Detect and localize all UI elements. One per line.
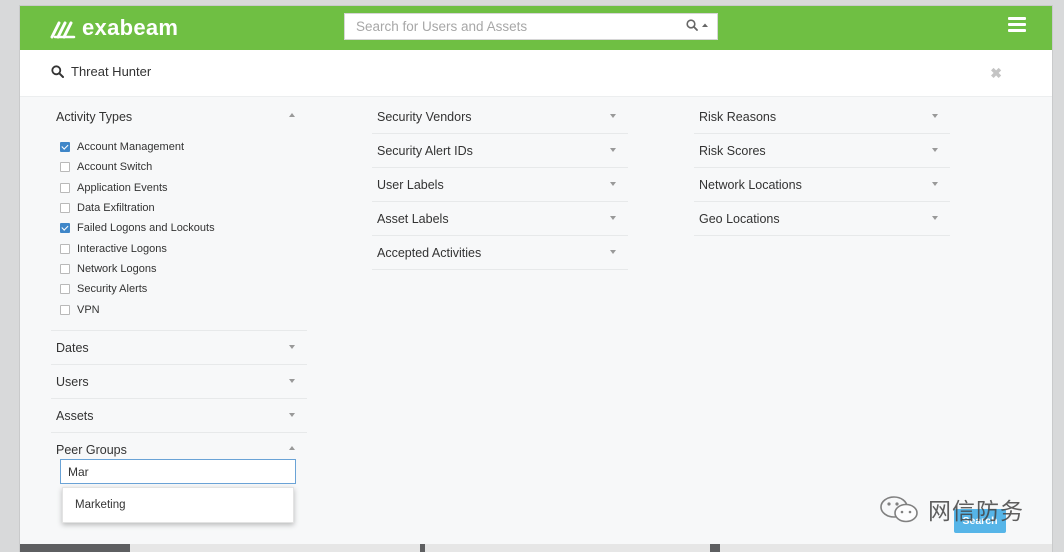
wechat-icon bbox=[880, 496, 918, 523]
suggestion-item[interactable]: Marketing bbox=[75, 499, 126, 511]
caret-down-icon bbox=[610, 216, 616, 220]
exabeam-logo-icon bbox=[50, 21, 76, 39]
checkbox[interactable] bbox=[60, 304, 70, 315]
checkbox[interactable] bbox=[60, 182, 70, 193]
checkbox[interactable] bbox=[60, 162, 70, 173]
section-label: Assets bbox=[56, 408, 94, 423]
activity-types-list: Account Management Account Switch Applic… bbox=[51, 133, 307, 331]
filter-column-1: Activity Types Account Management Accoun… bbox=[51, 100, 307, 466]
checkbox-item-interactive-logons[interactable]: Interactive Logons bbox=[60, 238, 307, 258]
checkbox-label: Account Switch bbox=[77, 161, 153, 174]
panel-title: Threat Hunter bbox=[51, 64, 151, 79]
section-users[interactable]: Users bbox=[51, 365, 307, 399]
top-bar: exabeam bbox=[20, 6, 1052, 50]
checkbox-item-security-alerts[interactable]: Security Alerts bbox=[60, 279, 307, 299]
checkbox[interactable] bbox=[60, 142, 70, 153]
section-label: Security Vendors bbox=[377, 110, 472, 124]
brand-logo[interactable]: exabeam bbox=[50, 12, 178, 44]
section-label: Risk Reasons bbox=[699, 110, 777, 124]
peer-groups-suggestions: Marketing bbox=[62, 487, 294, 523]
caret-down-icon bbox=[932, 114, 938, 118]
checkbox-label: Network Logons bbox=[77, 262, 157, 275]
background-card bbox=[130, 544, 420, 552]
caret-down-icon bbox=[289, 344, 295, 349]
brand-name: exabeam bbox=[82, 15, 179, 40]
search-submit-button[interactable] bbox=[686, 19, 709, 31]
caret-up-icon bbox=[702, 23, 708, 27]
section-asset-labels[interactable]: Asset Labels bbox=[372, 202, 628, 236]
background-page-strip bbox=[20, 544, 1052, 552]
section-label: Risk Scores bbox=[699, 144, 766, 158]
caret-down-icon bbox=[932, 182, 938, 186]
caret-down-icon bbox=[610, 148, 616, 152]
panel-title-text: Threat Hunter bbox=[71, 64, 152, 79]
filter-column-3: Risk Reasons Risk Scores Network Locatio… bbox=[694, 100, 950, 236]
section-geo-locations[interactable]: Geo Locations bbox=[694, 202, 950, 236]
checkbox-item-vpn[interactable]: VPN bbox=[60, 299, 307, 319]
global-search-input[interactable] bbox=[345, 14, 676, 39]
checkbox-item-failed-logons[interactable]: Failed Logons and Lockouts bbox=[60, 218, 307, 238]
section-activity-types[interactable]: Activity Types bbox=[51, 100, 307, 133]
checkbox-label: Failed Logons and Lockouts bbox=[77, 222, 215, 235]
close-icon[interactable]: ✖ bbox=[990, 66, 1002, 80]
section-label: Asset Labels bbox=[377, 212, 449, 226]
checkbox-label: Security Alerts bbox=[77, 283, 148, 296]
search-icon bbox=[686, 19, 698, 31]
search-icon bbox=[51, 65, 64, 78]
section-label: Dates bbox=[56, 340, 89, 355]
checkbox[interactable] bbox=[60, 284, 70, 295]
caret-down-icon bbox=[932, 148, 938, 152]
section-label: Network Locations bbox=[699, 178, 802, 192]
section-security-alert-ids[interactable]: Security Alert IDs bbox=[372, 134, 628, 168]
watermark-text: 网信防务 bbox=[928, 498, 1024, 524]
checkbox[interactable] bbox=[60, 243, 70, 254]
peer-groups-input[interactable] bbox=[60, 459, 296, 484]
checkbox-label: Data Exfiltration bbox=[77, 202, 155, 215]
section-risk-reasons[interactable]: Risk Reasons bbox=[694, 100, 950, 134]
section-label: Accepted Activities bbox=[377, 246, 482, 260]
global-search bbox=[344, 13, 718, 40]
watermark: 网信防务 bbox=[878, 492, 1024, 526]
section-label: Geo Locations bbox=[699, 212, 780, 226]
section-label: Security Alert IDs bbox=[377, 144, 473, 158]
caret-down-icon bbox=[610, 250, 616, 254]
caret-down-icon bbox=[932, 216, 938, 220]
app-frame: exabeam Search for Users and Assets Thre… bbox=[20, 6, 1052, 552]
caret-down-icon bbox=[289, 378, 295, 383]
section-dates[interactable]: Dates bbox=[51, 331, 307, 365]
caret-up-icon bbox=[289, 113, 295, 117]
checkbox[interactable] bbox=[60, 203, 70, 214]
section-user-labels[interactable]: User Labels bbox=[372, 168, 628, 202]
checkbox-item-network-logons[interactable]: Network Logons bbox=[60, 259, 307, 279]
filter-column-2: Security Vendors Security Alert IDs User… bbox=[372, 100, 628, 270]
section-risk-scores[interactable]: Risk Scores bbox=[694, 134, 950, 168]
checkbox-label: Application Events bbox=[77, 181, 168, 194]
section-label: User Labels bbox=[377, 178, 444, 192]
threat-hunter-header: Threat Hunter ✖ bbox=[20, 50, 1052, 97]
checkbox[interactable] bbox=[60, 263, 70, 274]
caret-down-icon bbox=[610, 114, 616, 118]
background-card bbox=[425, 544, 710, 552]
section-label: Peer Groups bbox=[56, 442, 127, 457]
checkbox[interactable] bbox=[60, 223, 70, 234]
checkbox-item-account-switch[interactable]: Account Switch bbox=[60, 157, 307, 177]
section-network-locations[interactable]: Network Locations bbox=[694, 168, 950, 202]
caret-down-icon bbox=[610, 182, 616, 186]
section-accepted-activities[interactable]: Accepted Activities bbox=[372, 236, 628, 270]
background-card bbox=[720, 544, 1052, 552]
checkbox-item-application-events[interactable]: Application Events bbox=[60, 178, 307, 198]
section-label: Activity Types bbox=[56, 110, 133, 124]
checkbox-label: Interactive Logons bbox=[77, 242, 167, 255]
checkbox-item-account-management[interactable]: Account Management bbox=[60, 137, 307, 157]
section-label: Users bbox=[56, 374, 89, 389]
caret-down-icon bbox=[289, 412, 295, 417]
caret-up-icon bbox=[289, 445, 295, 450]
section-security-vendors[interactable]: Security Vendors bbox=[372, 100, 628, 134]
checkbox-label: VPN bbox=[77, 303, 100, 316]
checkbox-label: Account Management bbox=[77, 141, 185, 154]
section-assets[interactable]: Assets bbox=[51, 399, 307, 433]
checkbox-item-data-exfiltration[interactable]: Data Exfiltration bbox=[60, 198, 307, 218]
hamburger-menu-icon[interactable] bbox=[1008, 17, 1026, 32]
